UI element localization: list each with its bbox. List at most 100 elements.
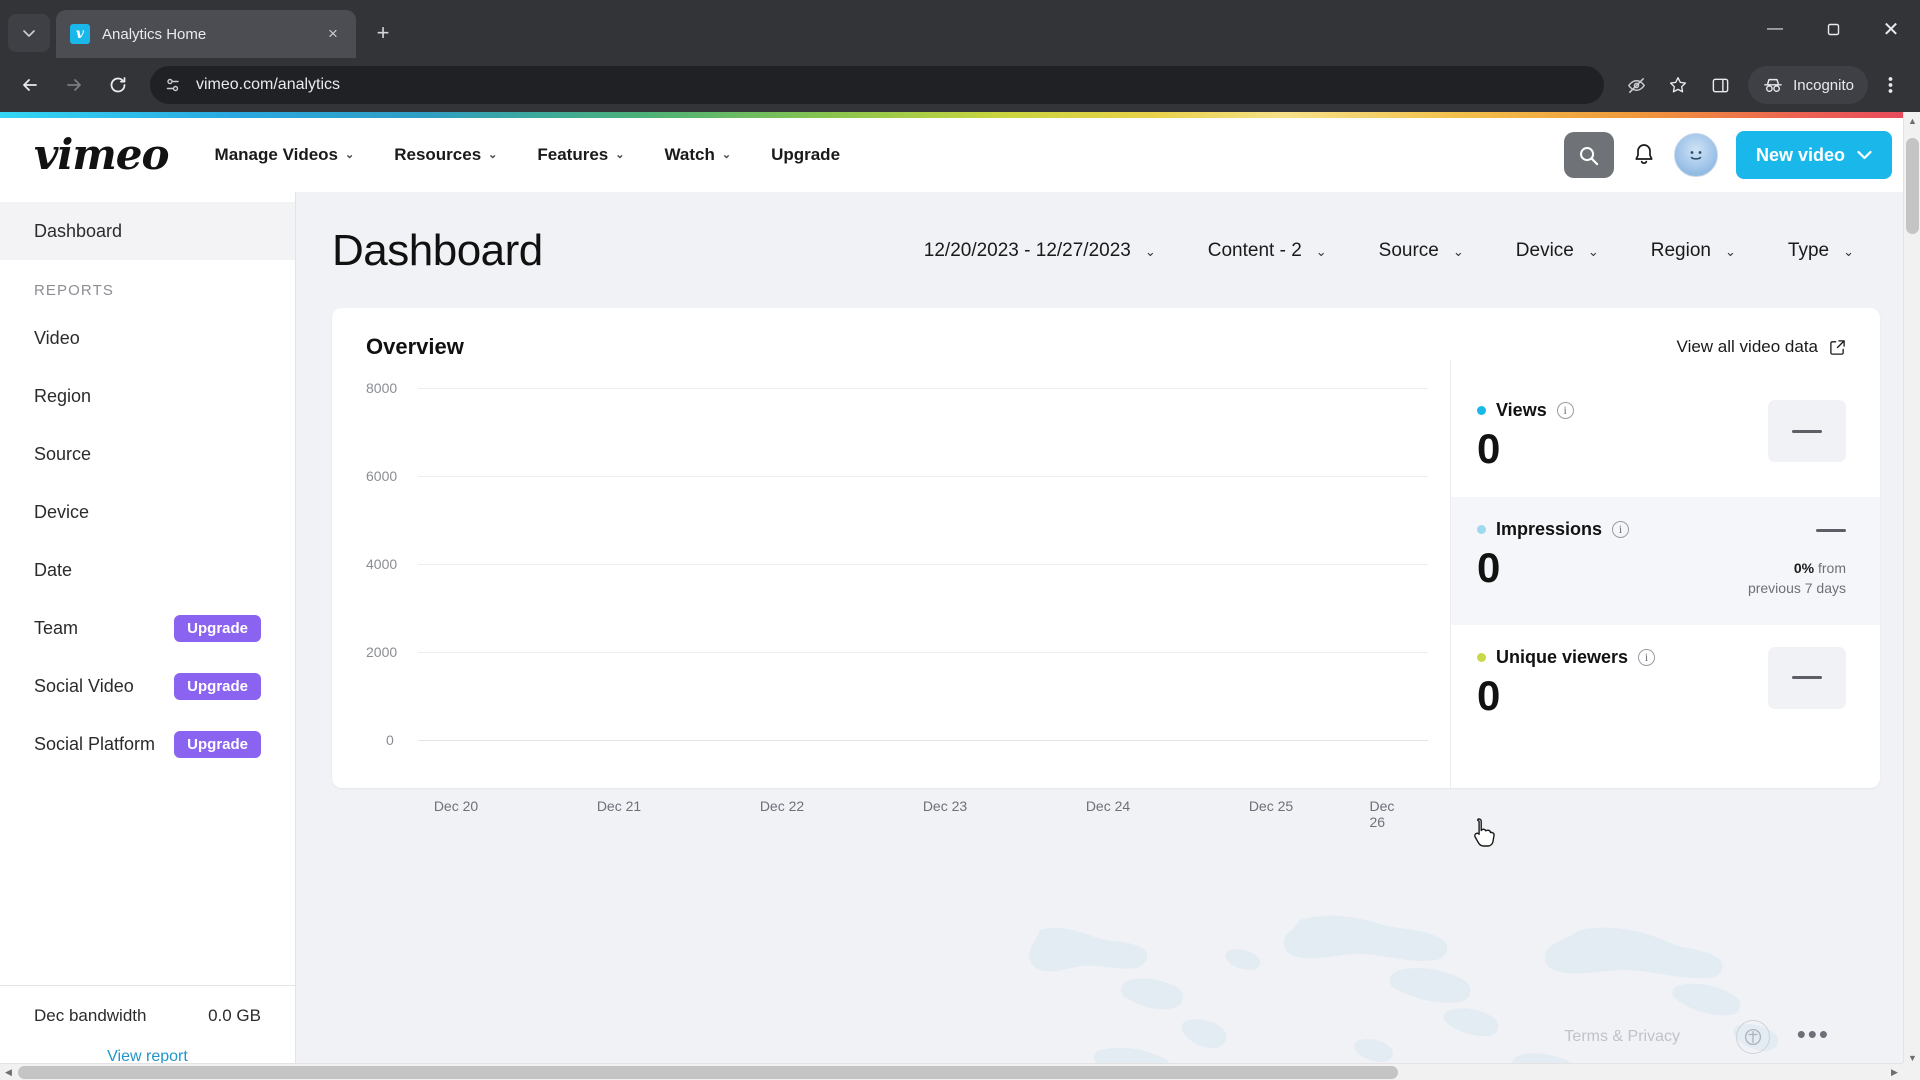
scroll-up-arrow-icon[interactable]: ▲	[1904, 112, 1920, 129]
sidebar-item-social-platform[interactable]: Social Platform Upgrade	[0, 715, 295, 773]
info-icon[interactable]: i	[1638, 648, 1656, 666]
bookmark-button[interactable]	[1658, 65, 1698, 105]
sidebar-item-social-video[interactable]: Social Video Upgrade	[0, 657, 295, 715]
close-window-button[interactable]: ✕	[1862, 0, 1920, 58]
nav-item-manage-videos[interactable]: Manage Videos ⌄	[195, 145, 375, 165]
upgrade-badge[interactable]: Upgrade	[174, 730, 261, 758]
info-icon[interactable]: i	[1556, 402, 1574, 419]
view-all-video-data-link[interactable]: View all video data	[1677, 337, 1846, 357]
address-bar[interactable]: vimeo.com/analytics	[150, 66, 1605, 104]
new-video-label: New video	[1755, 144, 1845, 165]
x-tick-label: Dec 23	[922, 798, 968, 814]
url-text: vimeo.com/analytics	[196, 76, 341, 93]
sidebar-item-team[interactable]: Team Upgrade	[0, 599, 295, 657]
browser-window: v Analytics Home × + — ✕ vimeo.com/analy…	[0, 0, 1920, 1080]
search-icon	[1580, 146, 1599, 165]
sidebar-item-label: Video	[34, 327, 80, 348]
x-tick-label: Dec 26	[1369, 798, 1395, 830]
info-icon[interactable]: i	[1612, 521, 1630, 539]
browser-menu-button[interactable]	[1870, 65, 1910, 105]
back-button[interactable]	[10, 65, 50, 105]
external-link-icon	[1830, 339, 1845, 355]
terms-privacy-link[interactable]: Terms & Privacy	[1564, 1028, 1680, 1046]
gridline	[418, 388, 1428, 389]
favicon: v	[70, 24, 90, 44]
reload-icon	[110, 77, 126, 93]
nav-item-resources[interactable]: Resources ⌄	[374, 145, 517, 165]
accessibility-button[interactable]	[1736, 1020, 1770, 1054]
site-settings-icon[interactable]	[164, 76, 182, 94]
close-tab-button[interactable]: ×	[320, 21, 346, 47]
sidebar-item-date[interactable]: Date	[0, 541, 295, 599]
sidebar-item-dashboard[interactable]: Dashboard	[0, 202, 295, 260]
filter-device[interactable]: Device ⌄	[1490, 240, 1625, 262]
more-options-button[interactable]: •••	[1797, 1019, 1830, 1050]
legend-dot-icon	[1477, 406, 1486, 415]
toolbar-right: Incognito	[1616, 65, 1910, 105]
sidebar-item-video[interactable]: Video	[0, 309, 295, 367]
avatar-face-icon	[1690, 151, 1702, 160]
chevron-down-icon	[1857, 150, 1872, 160]
sidebar-item-label: Social Platform	[34, 733, 156, 754]
chevron-down-icon: ⌄	[1724, 243, 1736, 259]
vertical-scrollbar[interactable]: ▲ ▼	[1903, 112, 1920, 1066]
tab-search-button[interactable]	[8, 14, 50, 52]
sidebar-item-device[interactable]: Device	[0, 483, 295, 541]
browser-tab[interactable]: v Analytics Home ×	[56, 10, 356, 58]
nav-label: Manage Videos	[214, 145, 338, 164]
maximize-button[interactable]	[1804, 0, 1862, 58]
metric-info: Impressions i 0	[1477, 519, 1748, 590]
forward-button[interactable]	[54, 65, 94, 105]
metric-unique-viewers[interactable]: Unique viewers i 0	[1451, 625, 1880, 744]
minimize-button[interactable]: —	[1746, 0, 1804, 58]
delta-period: previous 7 days	[1747, 580, 1846, 597]
filter-content[interactable]: Content - 2 ⌄	[1182, 240, 1353, 262]
filter-type[interactable]: Type ⌄	[1762, 240, 1880, 262]
avatar[interactable]	[1673, 133, 1718, 177]
gridline	[418, 652, 1428, 653]
legend-dot-icon	[1477, 652, 1486, 662]
metric-trend	[1768, 400, 1846, 462]
metric-views[interactable]: Views i 0	[1451, 378, 1880, 497]
search-button[interactable]	[1563, 132, 1614, 178]
chevron-down-icon: ⌄	[615, 148, 625, 161]
filter-label: Region	[1650, 240, 1711, 261]
card-title: Overview	[366, 334, 464, 359]
nav-item-watch[interactable]: Watch ⌄	[644, 145, 751, 165]
x-tick-label: Dec 25	[1248, 798, 1294, 814]
filter-date-range[interactable]: 12/20/2023 - 12/27/2023 ⌄	[898, 240, 1182, 262]
filter-source[interactable]: Source ⌄	[1353, 240, 1490, 262]
new-tab-button[interactable]: +	[366, 16, 400, 50]
tab-strip: v Analytics Home × + — ✕	[0, 0, 1920, 58]
nav-item-upgrade[interactable]: Upgrade	[751, 145, 860, 165]
metric-info: Views i 0	[1477, 400, 1768, 471]
sidebar-item-source[interactable]: Source	[0, 425, 295, 483]
vertical-scroll-thumb[interactable]	[1906, 138, 1919, 234]
forward-arrow-icon	[67, 79, 81, 91]
horizontal-scrollbar[interactable]: ◀ ▶	[0, 1063, 1903, 1080]
chevron-down-icon: ⌄	[1452, 243, 1464, 259]
vimeo-logo[interactable]: vimeo	[34, 134, 170, 176]
metric-impressions[interactable]: Impressions i 0 0% from previous 7 days	[1451, 497, 1880, 625]
sidebar-item-region[interactable]: Region	[0, 367, 295, 425]
horizontal-scroll-thumb[interactable]	[18, 1066, 1398, 1079]
tab-title: Analytics Home	[102, 25, 207, 43]
incognito-indicator[interactable]: Incognito	[1748, 66, 1868, 104]
filter-region[interactable]: Region ⌄	[1625, 240, 1762, 262]
gridline	[418, 564, 1428, 565]
tracking-protection-button[interactable]	[1616, 65, 1656, 105]
metric-name: Views	[1496, 400, 1547, 420]
side-panel-button[interactable]	[1700, 65, 1740, 105]
new-video-button[interactable]: New video	[1735, 131, 1892, 179]
scroll-left-arrow-icon[interactable]: ◀	[0, 1064, 17, 1080]
nav-item-features[interactable]: Features ⌄	[517, 145, 644, 165]
reload-button[interactable]	[98, 65, 138, 105]
scroll-right-arrow-icon[interactable]: ▶	[1886, 1064, 1903, 1080]
upgrade-badge[interactable]: Upgrade	[174, 672, 261, 700]
upgrade-badge[interactable]: Upgrade	[174, 614, 261, 642]
metrics-panel: Views i 0 Impressions i 0 0% from previo…	[1450, 360, 1880, 788]
notifications-button[interactable]	[1632, 142, 1656, 168]
y-tick-label: 0	[386, 732, 394, 748]
chart-plot-area: 8000 6000 4000 2000 0 Dec 20 Dec 21 Dec …	[366, 380, 1428, 830]
sidebar-item-label: Source	[34, 443, 92, 464]
